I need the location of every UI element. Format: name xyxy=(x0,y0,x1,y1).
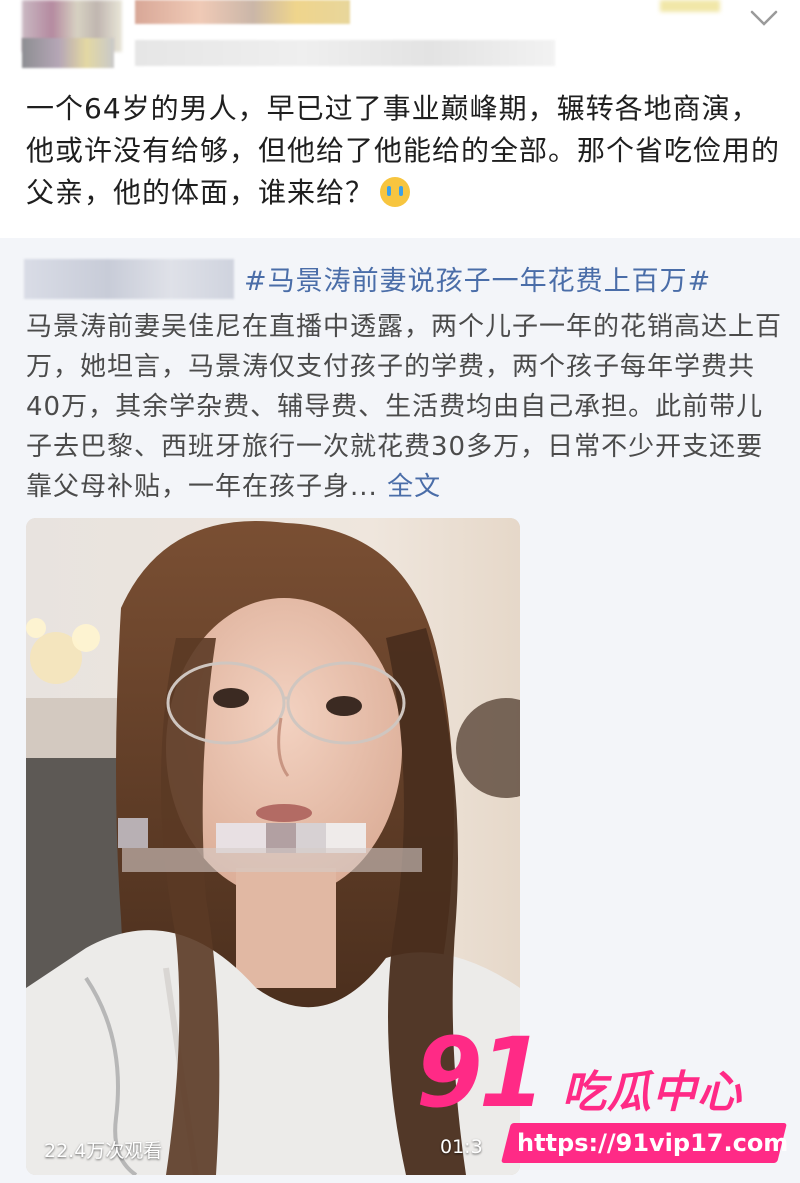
watermark-logo-title: 吃瓜中心 xyxy=(562,1067,742,1118)
view-count: 22.4万次观看 xyxy=(44,1140,163,1162)
video-duration: 01:3 xyxy=(440,1136,483,1158)
badge-blurred xyxy=(660,0,720,12)
crying-face-icon xyxy=(380,177,411,207)
watermark-url: https://91vip17.com xyxy=(517,1129,789,1157)
full-text-link[interactable]: 全文 xyxy=(387,472,441,502)
chevron-down-icon xyxy=(750,10,778,26)
username-blurred[interactable] xyxy=(135,0,350,24)
more-options-button[interactable] xyxy=(744,6,784,32)
watermark-logo-number: 91 xyxy=(416,1017,546,1129)
topic-hashtag-link[interactable]: #马景涛前妻说孩子一年花费上百万# xyxy=(244,264,711,300)
avatar-blurred-region xyxy=(22,38,114,68)
post-meta-blurred xyxy=(135,40,555,66)
retweet-username-blurred[interactable] xyxy=(24,259,234,299)
retweet-text-block: 马景涛前妻吴佳尼在直播中透露，两个儿子一年的花销高达上百万，她坦言，马景涛仅支付… xyxy=(26,307,786,507)
post-text-block: 一个64岁的男人，早已过了事业巅峰期，辗转各地商演，他或许没有给够，但他给了他能… xyxy=(26,88,786,214)
